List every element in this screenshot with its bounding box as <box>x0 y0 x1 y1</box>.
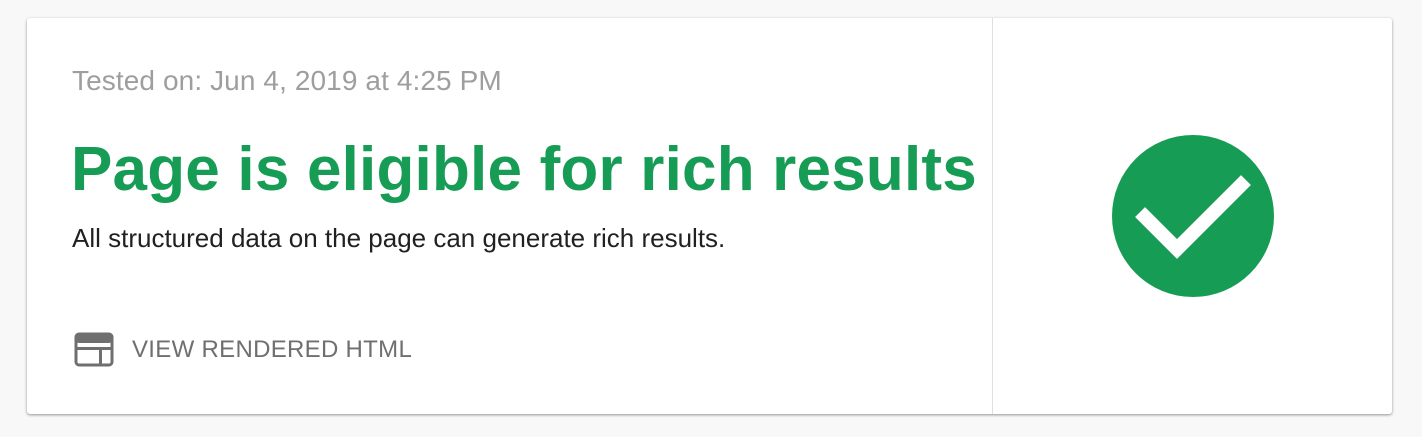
web-page-icon <box>74 332 114 368</box>
tested-on-timestamp: Tested on: Jun 4, 2019 at 4:25 PM <box>72 65 502 96</box>
status-panel <box>993 18 1392 414</box>
result-summary-panel: Tested on: Jun 4, 2019 at 4:25 PM Page i… <box>27 18 993 414</box>
result-card: Tested on: Jun 4, 2019 at 4:25 PM Page i… <box>27 18 1392 414</box>
view-rendered-html-button[interactable]: VIEW RENDERED HTML <box>74 332 412 368</box>
check-circle-icon <box>1111 134 1275 298</box>
view-rendered-html-label: VIEW RENDERED HTML <box>132 336 413 363</box>
result-title: Page is eligible for rich results <box>71 135 977 204</box>
result-description: All structured data on the page can gene… <box>72 223 726 253</box>
